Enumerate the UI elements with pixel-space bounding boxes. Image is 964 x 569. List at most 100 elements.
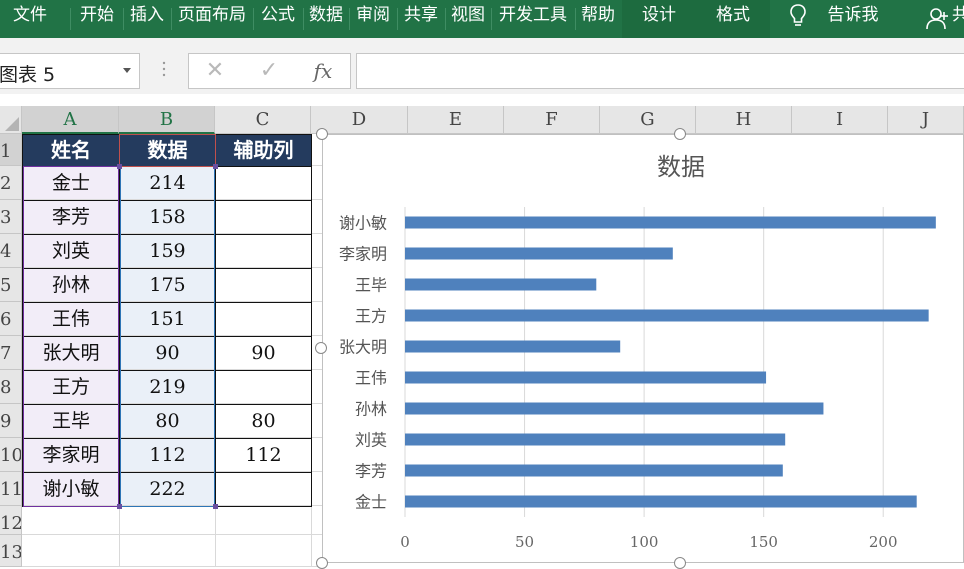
tab-file[interactable]: 文件 (2, 0, 58, 38)
range-handle[interactable] (117, 504, 122, 509)
table-cell-helper[interactable] (216, 200, 311, 233)
values-range-outline (120, 166, 215, 507)
row-header-8[interactable]: 8 (0, 370, 22, 404)
table-cell-helper[interactable]: 80 (216, 404, 311, 437)
chart-resize-handle[interactable] (674, 557, 686, 569)
category-label: 李家明 (339, 245, 387, 264)
grip-dots-icon[interactable] (162, 60, 166, 82)
row-header-3[interactable]: 3 (0, 200, 22, 234)
tab-view[interactable]: 视图 (446, 0, 490, 38)
grid-line (22, 534, 322, 535)
tab-share[interactable]: 共享 (398, 0, 444, 38)
tab-review[interactable]: 审阅 (350, 0, 396, 38)
category-label: 张大明 (339, 338, 387, 357)
insert-function-button[interactable]: fx (303, 54, 343, 88)
bar-chart[interactable]: 数据 0 50 100 150 200 谢小敏 李家明 王毕 王方 张大明 王伟 孙林 刘英 李芳 金士 (322, 134, 964, 563)
tab-developer[interactable]: 开发工具 (492, 0, 574, 38)
lightbulb-icon[interactable] (789, 3, 807, 29)
row-header-10[interactable]: 10 (0, 438, 22, 472)
table-cell-helper[interactable] (216, 268, 311, 301)
tab-help[interactable]: 帮助 (576, 0, 620, 38)
formula-input[interactable] (356, 53, 964, 89)
chart-title: 数据 (657, 153, 705, 181)
row-number: 3 (0, 207, 12, 228)
category-label: 王伟 (355, 369, 387, 388)
tab-separator (70, 8, 71, 30)
chart-resize-handle[interactable] (316, 557, 328, 569)
table-header-name[interactable]: 姓名 (23, 134, 119, 166)
bar (405, 371, 767, 384)
user-share-icon[interactable] (925, 6, 951, 32)
select-all-button[interactable] (0, 106, 22, 134)
row-header-1[interactable]: 1 (0, 134, 22, 166)
enter-icon[interactable]: ✓ (249, 54, 289, 88)
row-number: 8 (0, 377, 12, 398)
column-header-j[interactable]: J (888, 106, 964, 134)
row-number: 12 (0, 513, 22, 534)
tab-page-layout[interactable]: 页面布局 (172, 0, 252, 38)
table-cell-helper[interactable]: 112 (216, 438, 311, 471)
table-header-helper[interactable]: 辅助列 (216, 134, 311, 166)
row-header-2[interactable]: 2 (0, 166, 22, 200)
share-button-partial[interactable]: 共 (952, 0, 964, 38)
category-label: 孙林 (355, 400, 387, 419)
chart-canvas: 数据 0 50 100 150 200 谢小敏李家明王毕王方张大明王伟孙林刘英李芳金士 (339, 153, 936, 551)
row-header-13[interactable]: 13 (0, 535, 22, 567)
tab-insert[interactable]: 插入 (124, 0, 170, 38)
tab-home[interactable]: 开始 (72, 0, 122, 38)
row-number: 10 (0, 445, 22, 466)
table-border (215, 134, 216, 507)
tab-design[interactable]: 设计 (630, 0, 688, 38)
x-tick-label: 150 (749, 533, 778, 551)
category-label: 王方 (355, 307, 387, 326)
cancel-icon[interactable]: ✕ (195, 54, 235, 88)
ribbon: 文件 开始 插入 页面布局 公式 数据 审阅 共享 视图 开发工具 帮助 设计 … (0, 0, 964, 38)
chart-resize-handle[interactable] (674, 128, 686, 140)
row-header-9[interactable]: 9 (0, 404, 22, 438)
row-number: 4 (0, 241, 12, 262)
column-header-c[interactable]: C (215, 106, 311, 134)
row-number: 2 (0, 173, 12, 194)
column-header-f[interactable]: F (504, 106, 600, 134)
tab-formulas[interactable]: 公式 (254, 0, 302, 38)
bar (405, 402, 824, 415)
name-box[interactable]: 图表 5 (0, 53, 140, 89)
tell-me-search[interactable]: 告诉我 (820, 0, 886, 38)
range-handle[interactable] (213, 164, 218, 169)
table-cell-helper[interactable] (216, 234, 311, 267)
column-header-h[interactable]: H (696, 106, 792, 134)
row-header-6[interactable]: 6 (0, 302, 22, 336)
category-label: 金士 (355, 493, 387, 512)
table-cell-helper[interactable] (216, 166, 311, 199)
bar (405, 278, 597, 291)
row-header-11[interactable]: 11 (0, 472, 22, 506)
row-header-12[interactable]: 12 (0, 506, 22, 535)
row-header-7[interactable]: 7 (0, 336, 22, 370)
chevron-down-icon[interactable] (123, 68, 131, 73)
table-cell-helper[interactable] (216, 370, 311, 403)
category-label: 谢小敏 (339, 214, 387, 233)
row-header-4[interactable]: 4 (0, 234, 22, 268)
table-border (311, 134, 312, 507)
table-cell-helper[interactable] (216, 302, 311, 335)
chart-resize-handle[interactable] (316, 128, 328, 140)
chart-resize-handle[interactable] (315, 342, 327, 354)
series-name-range-outline (119, 134, 216, 167)
table-cell-helper[interactable]: 90 (216, 336, 311, 369)
range-handle[interactable] (117, 164, 122, 169)
column-header-a[interactable]: A (22, 106, 119, 134)
bar (405, 340, 621, 353)
row-number: 5 (0, 275, 12, 296)
row-number: 7 (0, 343, 12, 364)
row-header-5[interactable]: 5 (0, 268, 22, 302)
tab-format[interactable]: 格式 (704, 0, 762, 38)
formula-buttons: ✕ ✓ fx (188, 53, 351, 89)
column-header-i[interactable]: I (792, 106, 888, 134)
table-cell-helper[interactable] (216, 472, 311, 505)
column-header-b[interactable]: B (119, 106, 215, 134)
row-number: 9 (0, 411, 12, 432)
tab-data[interactable]: 数据 (304, 0, 348, 38)
bar (405, 309, 929, 322)
range-handle[interactable] (213, 504, 218, 509)
column-header-e[interactable]: E (408, 106, 504, 134)
